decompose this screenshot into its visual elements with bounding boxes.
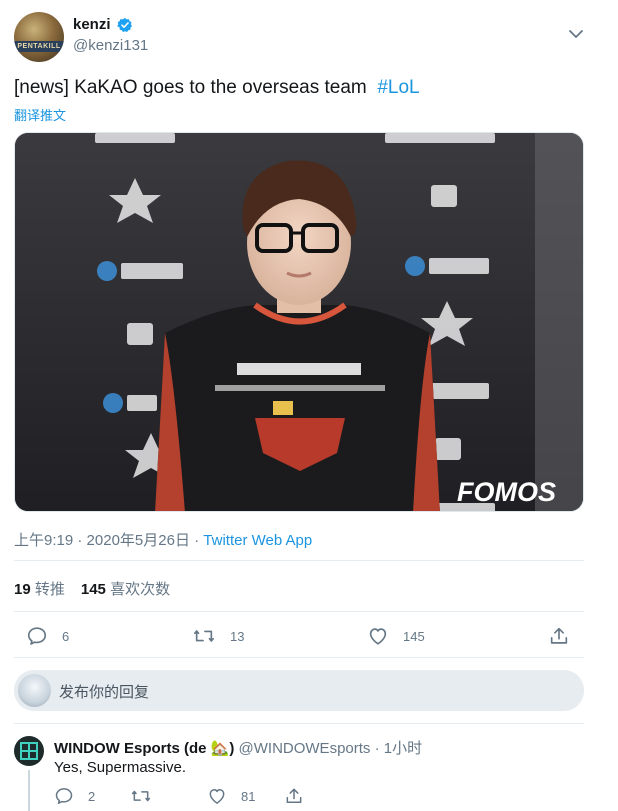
reply-text: Yes, Supermassive. — [54, 759, 187, 776]
like-button[interactable]: 145 — [367, 625, 425, 647]
reply-compose-box[interactable]: 发布你的回复 — [14, 670, 584, 711]
share-button[interactable] — [548, 625, 584, 647]
share-icon — [286, 788, 302, 803]
reply-separator: · — [374, 740, 380, 757]
current-user-avatar — [18, 674, 51, 707]
divider — [14, 611, 584, 612]
chevron-down-icon[interactable] — [568, 28, 584, 40]
tweet-text: [news] KaKAO goes to the overseas team #… — [14, 77, 420, 99]
tweet-meta: 上午9:19 · 2020年5月26日 · Twitter Web App — [14, 529, 312, 550]
likes-stat[interactable]: 145 喜欢次数 — [81, 581, 170, 598]
meta-separator: · — [77, 532, 83, 549]
reply-retweet-button[interactable] — [130, 786, 166, 806]
tweet-time[interactable]: 上午9:19 — [14, 532, 73, 549]
verified-icon — [117, 18, 132, 32]
window-logo-icon — [20, 742, 38, 760]
divider — [14, 723, 584, 724]
avatar-banner-text: PENTAKILL — [14, 41, 64, 52]
like-icon — [369, 628, 387, 645]
retweets-stat[interactable]: 19 转推 — [14, 581, 65, 598]
like-count: 145 — [403, 628, 425, 644]
author-handle[interactable]: @kenzi131 — [73, 37, 148, 54]
translate-tweet-link[interactable]: 翻译推文 — [14, 105, 66, 124]
meta-separator: · — [194, 532, 200, 549]
reply-author-handle[interactable]: @WINDOWEsports — [239, 740, 371, 757]
tweet-source-link[interactable]: Twitter Web App — [203, 532, 312, 549]
reply-author-avatar[interactable] — [14, 736, 44, 766]
hashtag-link[interactable]: #LoL — [377, 77, 419, 98]
retweet-icon — [131, 790, 151, 802]
reply-reply-count: 2 — [88, 788, 96, 804]
author-name[interactable]: kenzi — [73, 16, 111, 33]
reply-like-count: 81 — [241, 788, 256, 804]
reply-icon — [55, 788, 73, 804]
likes-count: 145 — [80, 581, 106, 598]
divider — [14, 560, 584, 561]
photo-illustration: FOMOS — [15, 133, 583, 511]
reply-author-name[interactable]: WINDOW Esports (de 🏡) — [54, 740, 234, 757]
reply-button[interactable]: 6 — [26, 625, 69, 647]
reply-placeholder[interactable]: 发布你的回复 — [59, 681, 149, 702]
photo-watermark: FOMOS — [457, 477, 556, 507]
retweets-count: 19 — [14, 581, 31, 598]
author-avatar[interactable]: PENTAKILL — [14, 12, 64, 62]
retweet-button[interactable]: 13 — [192, 625, 244, 647]
thread-line — [28, 770, 30, 811]
reply-count: 6 — [62, 628, 70, 644]
tweet-text-body: [news] KaKAO goes to the overseas team — [14, 77, 367, 98]
divider — [14, 657, 584, 658]
retweet-count: 13 — [230, 628, 245, 644]
tweet-date[interactable]: 2020年5月26日 — [87, 532, 190, 549]
retweets-label: 转推 — [34, 581, 65, 598]
tweet-stats: 19 转推 145 喜欢次数 — [14, 578, 170, 599]
reply-header: WINDOW Esports (de 🏡) @WINDOWEsports · 1… — [54, 737, 422, 758]
retweet-icon — [194, 630, 214, 642]
likes-label: 喜欢次数 — [110, 581, 171, 598]
reply-icon — [27, 627, 47, 645]
tweet-photo[interactable]: FOMOS — [14, 132, 584, 512]
like-icon — [209, 789, 225, 804]
reply-time[interactable]: 1小时 — [384, 740, 422, 757]
reply-like-button[interactable]: 81 — [207, 786, 255, 806]
share-icon — [550, 627, 568, 644]
reply-reply-button[interactable]: 2 — [54, 786, 95, 806]
reply-share-button[interactable] — [284, 786, 318, 806]
